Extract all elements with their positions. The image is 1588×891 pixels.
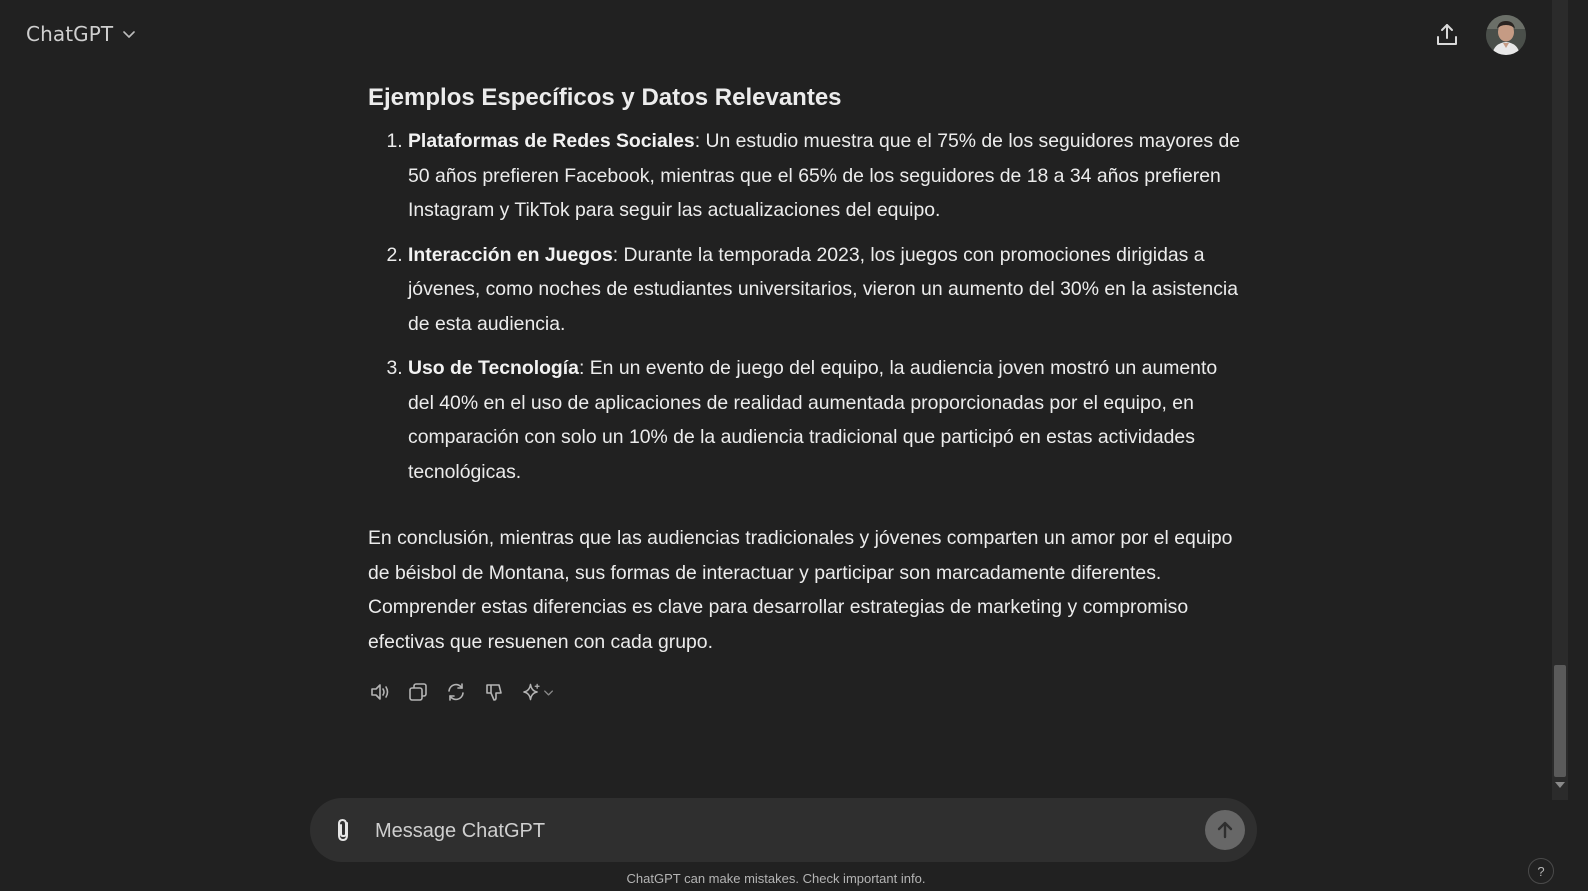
send-button[interactable]: [1205, 810, 1245, 850]
bad-response-button[interactable]: [482, 678, 506, 706]
avatar[interactable]: [1486, 15, 1526, 55]
message-actions: [368, 678, 560, 706]
list-item: Plataformas de Redes Sociales: Un estudi…: [408, 124, 1248, 228]
list-item: Interacción en Juegos: Durante la tempor…: [408, 238, 1248, 342]
copy-button[interactable]: [406, 678, 430, 706]
copy-icon: [409, 683, 427, 701]
read-aloud-button[interactable]: [368, 678, 392, 706]
scrollbar[interactable]: [1552, 0, 1568, 800]
attach-button[interactable]: [330, 815, 358, 845]
list-item-title: Uso de Tecnología: [408, 357, 579, 379]
share-button[interactable]: [1432, 20, 1462, 50]
thumbs-down-icon: [486, 684, 502, 701]
regenerate-icon: [448, 683, 464, 701]
sparkle-icon: [523, 683, 554, 701]
share-icon: [1437, 24, 1457, 45]
model-name: ChatGPT: [26, 22, 114, 46]
user-avatar-icon: [1486, 15, 1526, 55]
model-selector[interactable]: ChatGPT: [26, 22, 137, 46]
examples-list: Plataformas de Redes Sociales: Un estudi…: [368, 124, 1248, 489]
chat-app: ChatGPT Ejemplos Específicos y Datos Rel…: [0, 0, 1588, 891]
regenerate-button[interactable]: [444, 678, 468, 706]
conclusion-paragraph: En conclusión, mientras que las audienci…: [368, 527, 1233, 653]
list-item-title: Plataformas de Redes Sociales: [408, 130, 695, 152]
help-button[interactable]: ?: [1528, 858, 1554, 884]
scroll-down-arrow-icon[interactable]: [1555, 782, 1565, 788]
scrollbar-thumb[interactable]: [1554, 665, 1566, 777]
assistant-message: Ejemplos Específicos y Datos Relevantes …: [368, 80, 1248, 659]
list-item: Uso de Tecnología: En un evento de juego…: [408, 351, 1248, 489]
message-composer: [310, 798, 1257, 862]
list-item-title: Interacción en Juegos: [408, 243, 613, 266]
section-heading: Ejemplos Específicos y Datos Relevantes: [368, 84, 842, 111]
right-edge: [1568, 0, 1588, 891]
change-model-button[interactable]: [520, 678, 560, 706]
message-input[interactable]: [373, 812, 1197, 850]
paperclip-icon: [338, 818, 348, 842]
disclaimer-text: ChatGPT can make mistakes. Check importa…: [626, 871, 926, 886]
top-bar: ChatGPT: [0, 0, 1552, 72]
chevron-down-icon: [123, 31, 136, 38]
arrow-up-icon: [1217, 821, 1233, 839]
speaker-icon: [371, 684, 389, 700]
